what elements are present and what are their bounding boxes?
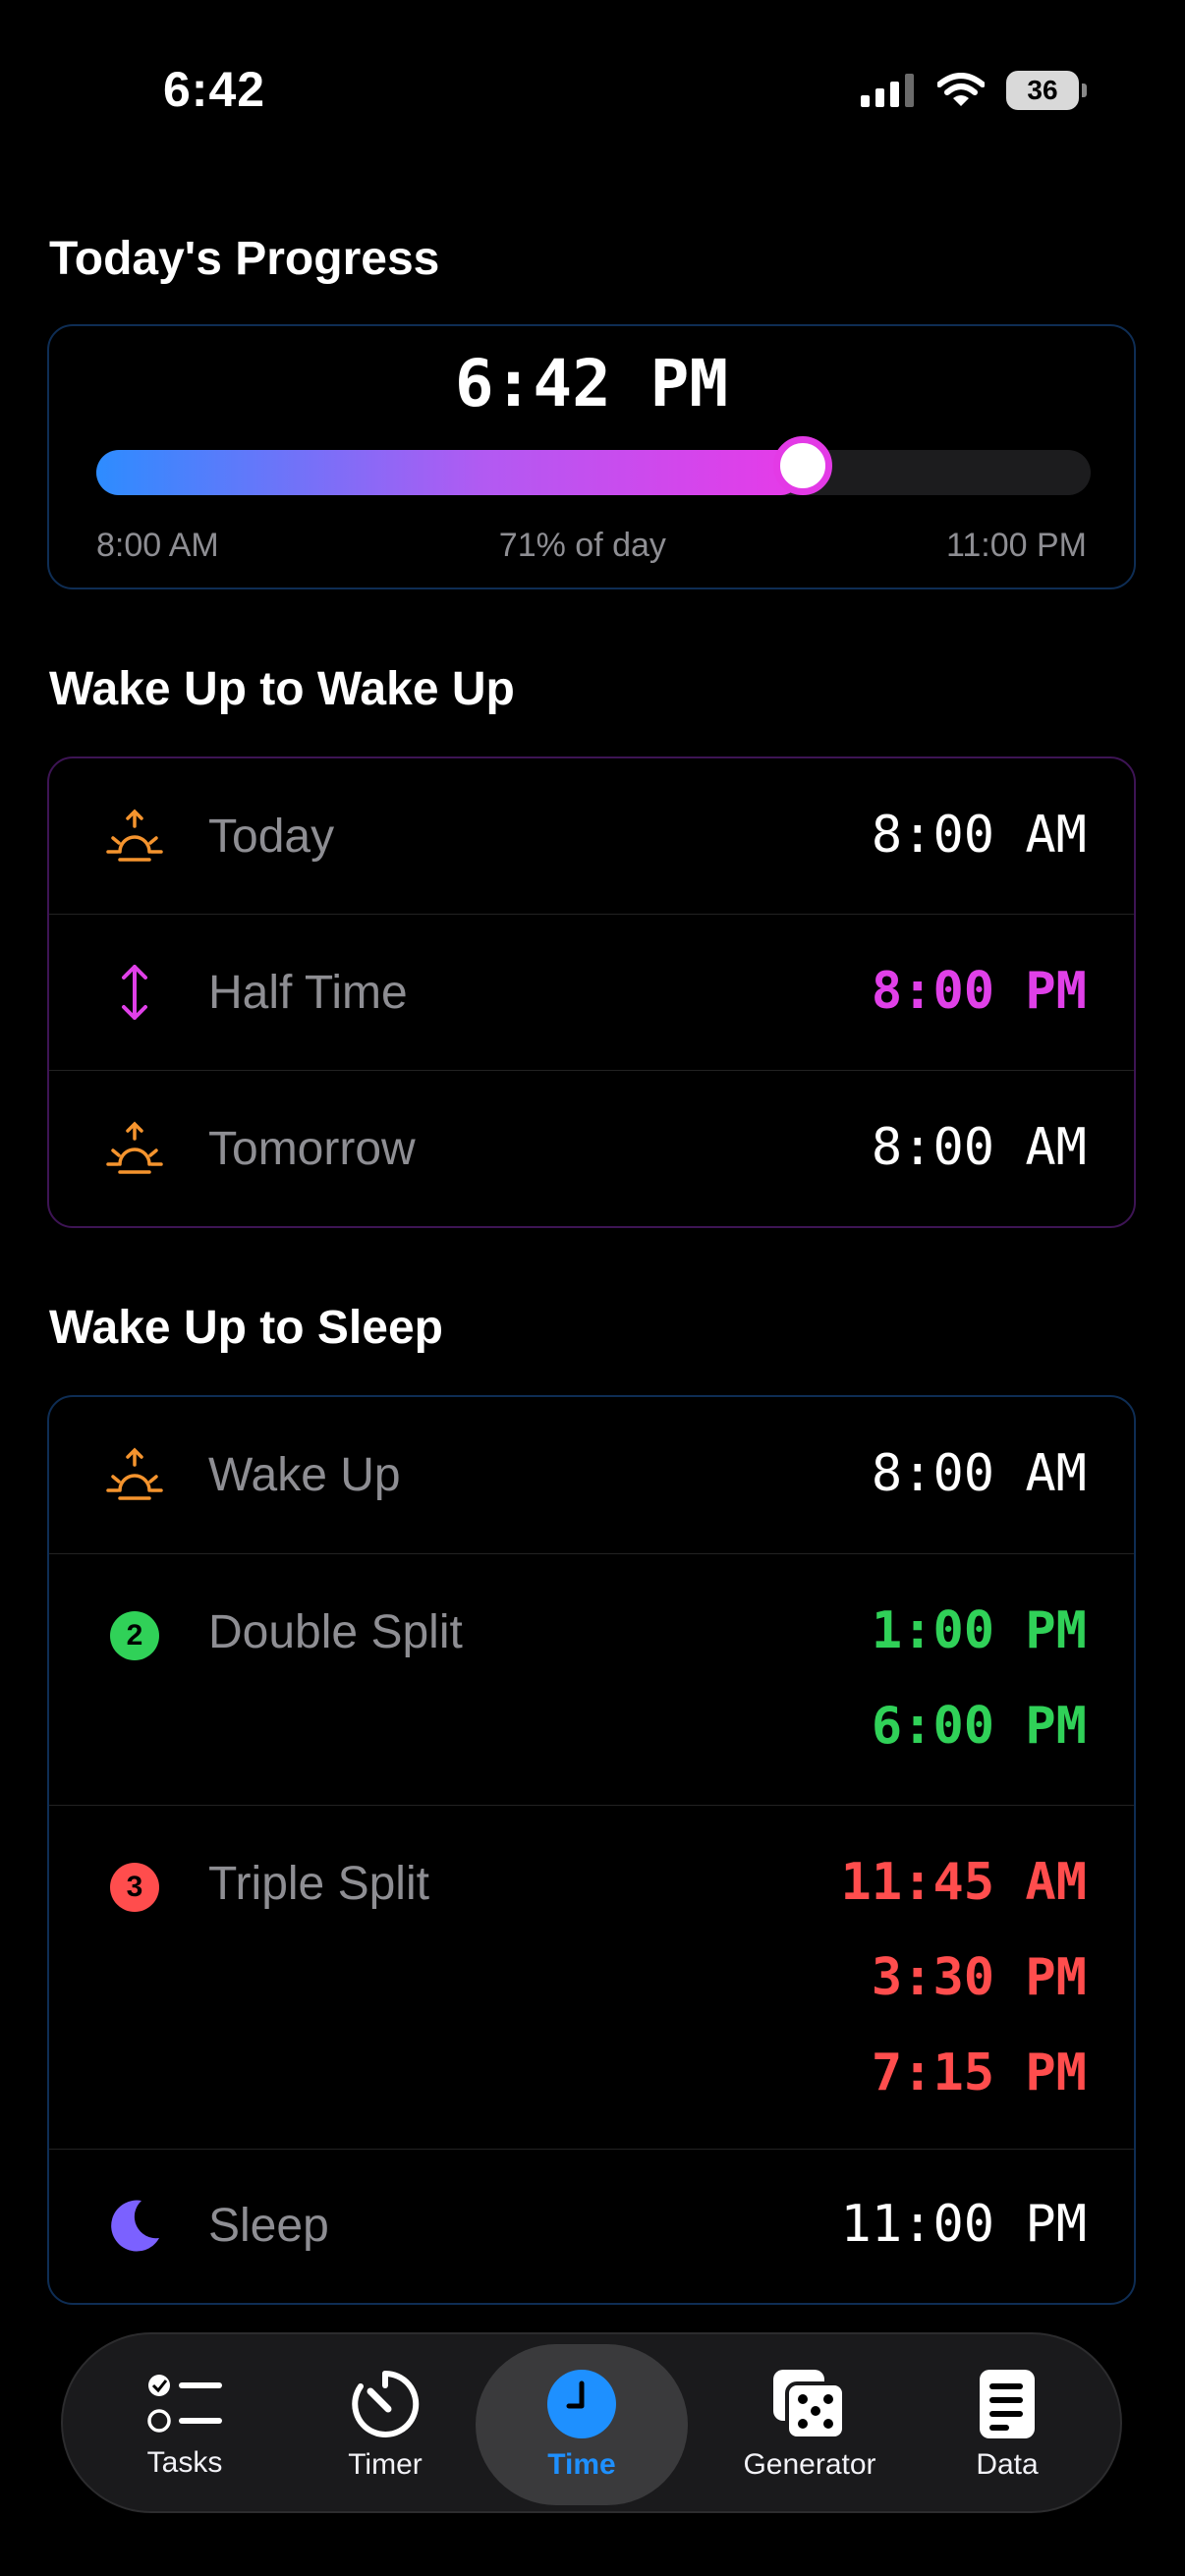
tab-label: Tasks bbox=[146, 2446, 223, 2479]
row-time: 8:00 PM bbox=[871, 962, 1087, 1021]
status-time: 6:42 bbox=[163, 62, 266, 117]
row-label: Wake Up bbox=[208, 1449, 401, 1501]
row-time: 11:00 PM bbox=[840, 2195, 1087, 2254]
row-label: Sleep bbox=[208, 2200, 329, 2252]
tab-time[interactable]: Time bbox=[476, 2334, 688, 2515]
progress-slider-knob[interactable] bbox=[773, 436, 832, 495]
wake-to-sleep-card: Wake Up 8:00 AM 2 Double Split 1:00 PM 6… bbox=[47, 1395, 1136, 2305]
row-time: 8:00 AM bbox=[871, 806, 1087, 865]
tab-label: Data bbox=[976, 2448, 1039, 2481]
tab-bar: Tasks Timer Time Generator Data bbox=[61, 2332, 1122, 2513]
progress-current-time: 6:42 PM bbox=[454, 346, 729, 421]
split-time: 6:00 PM bbox=[871, 1697, 1087, 1756]
tab-label: Timer bbox=[348, 2448, 423, 2481]
tab-tasks[interactable]: Tasks bbox=[124, 2334, 246, 2515]
checklist-icon bbox=[147, 2375, 222, 2433]
row-label: Double Split bbox=[208, 1606, 463, 1658]
split-time: 1:00 PM bbox=[871, 1601, 1087, 1660]
number-2-badge-icon: 2 bbox=[104, 1605, 165, 1666]
progress-end-label: 11:00 PM bbox=[945, 527, 1087, 564]
row-sleep[interactable]: Sleep 11:00 PM bbox=[49, 2150, 1134, 2303]
row-today[interactable]: Today 8:00 AM bbox=[49, 758, 1134, 915]
progress-slider-track[interactable] bbox=[96, 436, 1091, 495]
battery-indicator: 36 bbox=[1006, 71, 1087, 110]
tab-timer[interactable]: Timer bbox=[324, 2334, 446, 2515]
vertical-arrows-icon bbox=[104, 962, 165, 1023]
row-wake-up[interactable]: Wake Up 8:00 AM bbox=[49, 1397, 1134, 1554]
wifi-icon bbox=[937, 73, 985, 106]
dice-icon bbox=[773, 2370, 846, 2440]
sunrise-icon bbox=[104, 1444, 165, 1505]
status-icons: 36 bbox=[861, 71, 1087, 110]
wake-to-sleep-title: Wake Up to Sleep bbox=[49, 1302, 443, 1354]
progress-start-label: 8:00 AM bbox=[96, 527, 219, 564]
row-half-time[interactable]: Half Time 8:00 PM bbox=[49, 915, 1134, 1071]
progress-labels: 8:00 AM 71% of day 11:00 PM bbox=[96, 527, 1087, 565]
row-label: Tomorrow bbox=[208, 1123, 416, 1175]
row-double-split[interactable]: 2 Double Split 1:00 PM 6:00 PM bbox=[49, 1554, 1134, 1806]
sunrise-icon bbox=[104, 1118, 165, 1179]
split-time: 11:45 AM bbox=[840, 1853, 1087, 1912]
row-label: Today bbox=[208, 811, 335, 863]
row-time: 8:00 AM bbox=[871, 1444, 1087, 1503]
progress-section-title: Today's Progress bbox=[49, 233, 440, 285]
split-time: 3:30 PM bbox=[871, 1948, 1087, 2007]
number-3-badge-icon: 3 bbox=[104, 1857, 165, 1918]
wake-to-wake-title: Wake Up to Wake Up bbox=[49, 663, 515, 715]
row-label: Half Time bbox=[208, 967, 408, 1019]
split-time: 7:15 PM bbox=[871, 2044, 1087, 2102]
tab-label: Time bbox=[547, 2448, 616, 2481]
timer-icon bbox=[352, 2370, 420, 2437]
row-label: Triple Split bbox=[208, 1858, 429, 1910]
wake-to-wake-card: Today 8:00 AM Half Time 8:00 PM Tomorrow… bbox=[47, 756, 1136, 1228]
tab-data[interactable]: Data bbox=[953, 2334, 1061, 2515]
tab-label: Generator bbox=[743, 2448, 876, 2481]
sunrise-icon bbox=[104, 806, 165, 867]
row-triple-split[interactable]: 3 Triple Split 11:45 AM 3:30 PM 7:15 PM bbox=[49, 1806, 1134, 2150]
row-time: 8:00 AM bbox=[871, 1118, 1087, 1177]
progress-percent-label: 71% of day bbox=[498, 527, 666, 564]
document-icon bbox=[980, 2370, 1035, 2438]
clock-icon bbox=[547, 2370, 616, 2438]
progress-fill bbox=[96, 450, 803, 495]
moon-icon bbox=[104, 2195, 165, 2256]
cellular-signal-icon bbox=[861, 74, 914, 107]
tab-generator[interactable]: Generator bbox=[711, 2334, 908, 2515]
progress-card: 6:42 PM 8:00 AM 71% of day 11:00 PM bbox=[47, 324, 1136, 589]
row-tomorrow[interactable]: Tomorrow 8:00 AM bbox=[49, 1071, 1134, 1227]
